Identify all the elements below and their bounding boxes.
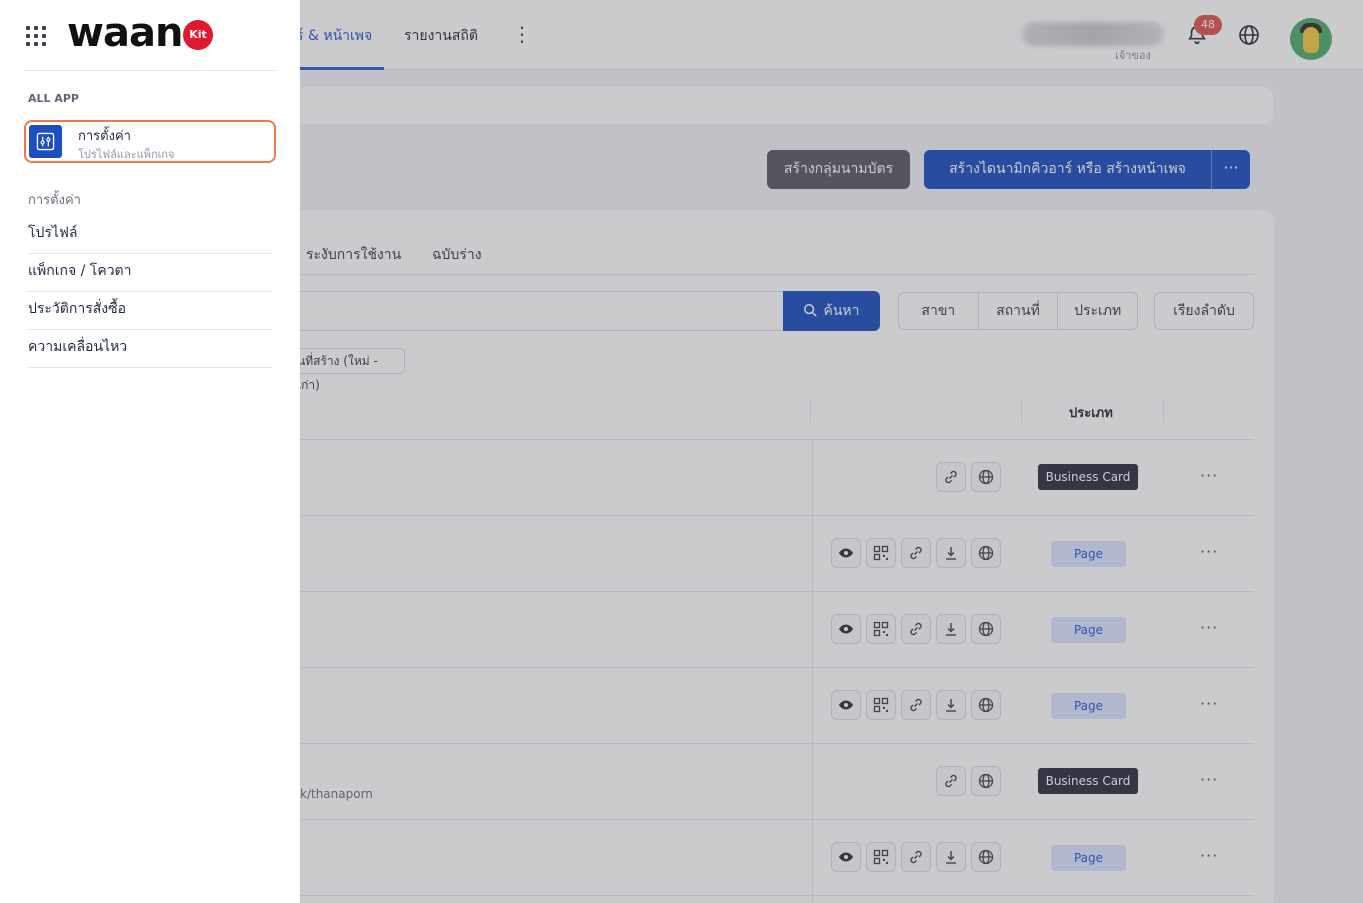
app-item-settings[interactable]: การตั้งค่า โปรไฟล์และแพ็กเกจ <box>24 120 276 163</box>
divider <box>24 70 276 71</box>
app-item-title: การตั้งค่า <box>78 129 131 144</box>
settings-sliders-icon <box>29 125 62 158</box>
logo-kit-badge: Kit <box>183 20 213 50</box>
app-grid-icon[interactable] <box>26 26 46 46</box>
app-item-subtitle: โปรไฟล์และแพ็กเกจ <box>78 148 175 161</box>
menu-item-package-quota[interactable]: แพ็กเกจ / โควตา <box>28 254 272 292</box>
logo-wordmark: waan <box>67 10 183 56</box>
menu-item-activity[interactable]: ความเคลื่อนไหว <box>28 330 272 368</box>
menu-item-profile[interactable]: โปรไฟล์ <box>28 216 272 254</box>
menu-item-order-history[interactable]: ประวัติการสั่งซื้อ <box>28 292 272 330</box>
all-app-label: ALL APP <box>28 92 79 105</box>
app-drawer: waan Kit ALL APP การตั้งค่า โปรไฟล์และแพ… <box>0 0 300 903</box>
section-title: การตั้งค่า <box>28 193 81 208</box>
